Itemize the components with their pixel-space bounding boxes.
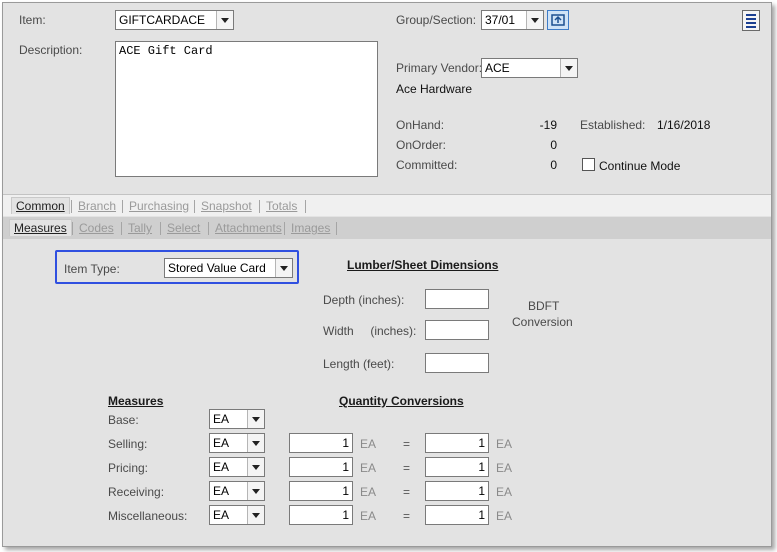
tab-branch[interactable]: Branch: [74, 198, 120, 214]
chevron-down-icon[interactable]: [275, 259, 292, 277]
item-type-highlight: Item Type: Stored Value Card: [55, 250, 299, 284]
group-section-label: Group/Section:: [396, 13, 477, 27]
onorder-value: 0: [550, 138, 557, 152]
primary-vendor-label: Primary Vendor:: [396, 61, 483, 75]
measure-base-label: Base:: [108, 413, 139, 427]
measures-heading: Measures: [108, 394, 164, 408]
length-label: Length (feet):: [323, 357, 395, 371]
pricing-base-qty-input[interactable]: 1: [425, 457, 489, 477]
description-textarea[interactable]: ACE Gift Card: [115, 41, 378, 177]
depth-input[interactable]: [425, 289, 489, 309]
receiving-qty-unit: EA: [360, 485, 377, 499]
width-label: Width (inches):: [323, 324, 417, 338]
pricing-qty-unit: EA: [360, 461, 377, 475]
width-input[interactable]: [425, 320, 489, 340]
established-label: Established:: [580, 118, 646, 132]
tab-totals[interactable]: Totals: [262, 198, 301, 214]
primary-vendor-value: ACE: [485, 61, 510, 75]
miscellaneous-base-unit: EA: [496, 509, 513, 523]
description-label: Description:: [19, 43, 83, 57]
lumber-heading: Lumber/Sheet Dimensions: [347, 258, 499, 272]
tab-select[interactable]: Select: [163, 220, 204, 236]
receiving-qty-input[interactable]: 1: [289, 481, 353, 501]
measure-pricing-value: EA: [213, 460, 230, 474]
onhand-value: -19: [539, 118, 557, 132]
continue-mode-label: Continue Mode: [599, 159, 681, 173]
pricing-base-unit: EA: [496, 461, 513, 475]
measure-miscellaneous-value: EA: [213, 508, 230, 522]
miscellaneous-qty-unit: EA: [360, 509, 377, 523]
onorder-label: OnOrder:: [396, 138, 447, 152]
tab-attachments[interactable]: Attachments: [211, 220, 286, 236]
pricing-equals: =: [403, 461, 411, 475]
chevron-down-icon[interactable]: [247, 410, 264, 428]
measure-receiving-combo[interactable]: EA: [209, 481, 265, 501]
chevron-down-icon[interactable]: [247, 482, 264, 500]
selling-base-qty-input[interactable]: 1: [425, 433, 489, 453]
receiving-base-unit: EA: [496, 485, 513, 499]
committed-value: 0: [550, 158, 557, 172]
primary-tab-bar: Common Branch Purchasing Snapshot Totals: [3, 194, 771, 216]
chevron-down-icon[interactable]: [247, 458, 264, 476]
tab-images[interactable]: Images: [287, 220, 334, 236]
chevron-down-icon[interactable]: [560, 59, 577, 77]
miscellaneous-qty-input[interactable]: 1: [289, 505, 353, 525]
secondary-tab-bar: Measures Codes Tally Select Attachments …: [3, 217, 771, 239]
measure-selling-combo[interactable]: EA: [209, 433, 265, 453]
measure-miscellaneous-label: Miscellaneous:: [108, 509, 188, 523]
miscellaneous-equals: =: [403, 509, 411, 523]
group-section-value: 37/01: [485, 13, 516, 27]
item-type-combo[interactable]: Stored Value Card: [164, 258, 293, 278]
tab-snapshot[interactable]: Snapshot: [197, 198, 256, 214]
chevron-down-icon[interactable]: [216, 11, 233, 29]
chevron-down-icon[interactable]: [526, 11, 543, 29]
item-maintenance-window: Item: GIFTCARDACE Description: ACE Gift …: [2, 2, 772, 547]
tab-codes[interactable]: Codes: [75, 220, 118, 236]
established-value: 1/16/2018: [657, 118, 711, 132]
tab-common[interactable]: Common: [11, 197, 70, 214]
tab-tally[interactable]: Tally: [124, 220, 156, 236]
open-record-icon: [551, 14, 565, 26]
length-input[interactable]: [425, 353, 489, 373]
depth-label: Depth (inches):: [323, 293, 405, 307]
item-combo[interactable]: GIFTCARDACE: [115, 10, 234, 30]
quantity-conversions-heading: Quantity Conversions: [339, 394, 464, 408]
list-menu-icon: [746, 14, 756, 28]
primary-vendor-combo[interactable]: ACE: [481, 58, 578, 78]
selling-qty-input[interactable]: 1: [289, 433, 353, 453]
receiving-base-qty-input[interactable]: 1: [425, 481, 489, 501]
chevron-down-icon[interactable]: [247, 434, 264, 452]
selling-equals: =: [403, 437, 411, 451]
tab-purchasing[interactable]: Purchasing: [125, 198, 193, 214]
vendor-name: Ace Hardware: [396, 82, 473, 96]
measure-base-combo[interactable]: EA: [209, 409, 265, 429]
onhand-label: OnHand:: [396, 118, 445, 132]
measure-receiving-value: EA: [213, 484, 230, 498]
selling-base-unit: EA: [496, 437, 513, 451]
measure-miscellaneous-combo[interactable]: EA: [209, 505, 265, 525]
pricing-qty-input[interactable]: 1: [289, 457, 353, 477]
measure-base-value: EA: [213, 412, 230, 426]
measure-pricing-combo[interactable]: EA: [209, 457, 265, 477]
item-value: GIFTCARDACE: [119, 13, 206, 27]
receiving-equals: =: [403, 485, 411, 499]
bdft-label: BDFT: [528, 299, 560, 313]
miscellaneous-base-qty-input[interactable]: 1: [425, 505, 489, 525]
measure-pricing-label: Pricing:: [108, 461, 149, 475]
item-type-label: Item Type:: [64, 262, 120, 276]
measure-selling-value: EA: [213, 436, 230, 450]
bdft-conversion-label: Conversion: [512, 315, 573, 329]
item-label: Item:: [19, 13, 46, 27]
tab-measures[interactable]: Measures: [9, 219, 72, 236]
item-type-value: Stored Value Card: [168, 261, 266, 275]
menu-button[interactable]: [742, 10, 760, 31]
group-section-combo[interactable]: 37/01: [481, 10, 544, 30]
continue-mode-checkbox[interactable]: [582, 158, 595, 171]
group-lookup-button[interactable]: [547, 10, 569, 30]
measure-receiving-label: Receiving:: [108, 485, 165, 499]
committed-label: Committed:: [396, 158, 458, 172]
chevron-down-icon[interactable]: [247, 506, 264, 524]
measure-selling-label: Selling:: [108, 437, 148, 451]
selling-qty-unit: EA: [360, 437, 377, 451]
